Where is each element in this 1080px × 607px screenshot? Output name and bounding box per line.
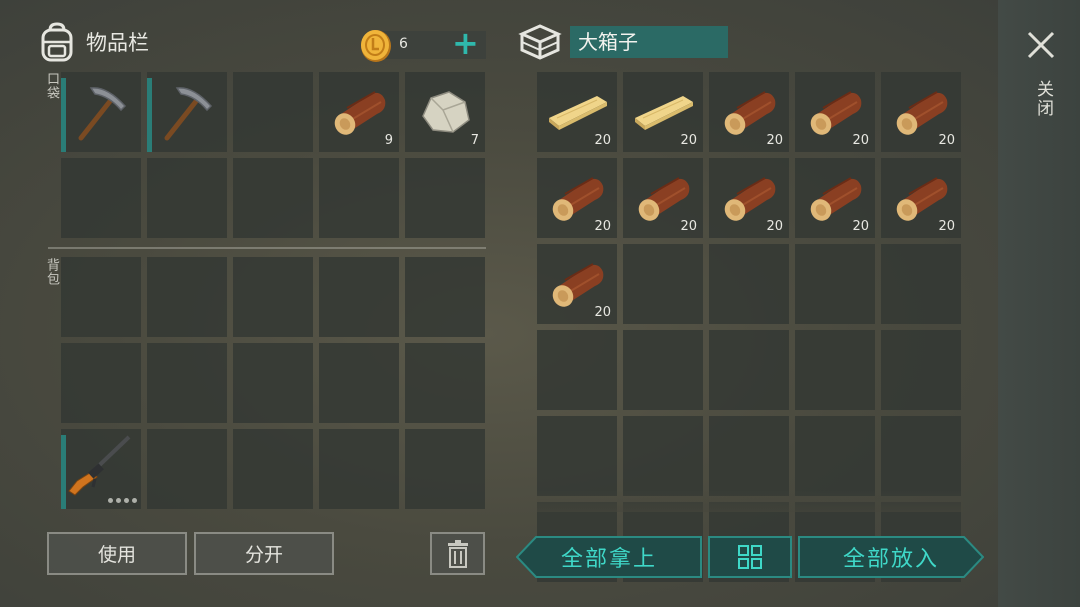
pocket-label: 口袋 — [44, 72, 59, 100]
backpack-slot[interactable] — [147, 343, 227, 423]
backpack-slot[interactable] — [319, 343, 399, 423]
item-quantity: 20 — [594, 133, 611, 148]
container-slot[interactable] — [795, 244, 875, 324]
backpack-slot[interactable] — [405, 343, 485, 423]
pocket-slot[interactable] — [405, 158, 485, 238]
item-quantity: 20 — [594, 305, 611, 320]
backpack-icon — [41, 22, 73, 62]
backpack-grid — [61, 257, 485, 509]
item-quantity: 20 — [680, 133, 697, 148]
pocket-slot[interactable] — [319, 158, 399, 238]
container-slot[interactable]: 20 — [623, 158, 703, 238]
backpack-slot[interactable] — [233, 429, 313, 509]
container-slot[interactable] — [881, 330, 961, 410]
container-slot[interactable]: 20 — [881, 158, 961, 238]
container-slot[interactable]: 20 — [709, 158, 789, 238]
container-slot[interactable]: 20 — [537, 158, 617, 238]
use-button[interactable]: 使用 — [47, 532, 187, 575]
item-quantity: 9 — [384, 133, 393, 148]
container-slot[interactable] — [623, 244, 703, 324]
pocket-slot[interactable]: 9 — [319, 72, 399, 152]
add-coins-button[interactable]: + — [452, 26, 479, 60]
pocket-slot[interactable] — [147, 158, 227, 238]
inventory-title: 物品栏 — [86, 31, 149, 55]
backpack-slot[interactable] — [147, 429, 227, 509]
container-slot[interactable]: 20 — [537, 72, 617, 152]
durability-dots — [108, 498, 137, 503]
backpack-slot[interactable] — [233, 257, 313, 337]
container-header: 大箱子 — [518, 22, 728, 62]
backpack-slot[interactable] — [405, 429, 485, 509]
trash-button[interactable] — [430, 532, 485, 575]
container-slot[interactable]: 20 — [881, 72, 961, 152]
container-title: 大箱子 — [570, 26, 728, 58]
container-slot[interactable] — [881, 416, 961, 496]
container-slot[interactable] — [537, 416, 617, 496]
put-all-button[interactable]: 全部放入 — [798, 536, 984, 578]
pocket-slot[interactable] — [61, 72, 141, 152]
take-all-label: 全部拿上 — [560, 547, 657, 572]
pocket-grid: 97 — [61, 72, 485, 238]
item-quantity: 20 — [938, 219, 955, 234]
pocket-slot[interactable] — [233, 158, 313, 238]
backpack-slot[interactable] — [61, 429, 141, 509]
coin-counter: 6 + — [358, 26, 486, 62]
item-quantity: 20 — [766, 133, 783, 148]
split-button[interactable]: 分开 — [194, 532, 334, 575]
container-slot[interactable]: 20 — [709, 72, 789, 152]
item-quantity: 20 — [852, 133, 869, 148]
container-slot[interactable] — [709, 416, 789, 496]
backpack-slot[interactable] — [61, 257, 141, 337]
take-all-button[interactable]: 全部拿上 — [516, 536, 702, 578]
container-slot[interactable]: 20 — [795, 72, 875, 152]
trash-icon — [447, 539, 468, 568]
container-slot[interactable] — [709, 330, 789, 410]
backpack-slot[interactable] — [319, 257, 399, 337]
container-slot[interactable] — [881, 244, 961, 324]
backpack-slot[interactable] — [147, 257, 227, 337]
item-quantity: 7 — [470, 133, 479, 148]
container-slot[interactable] — [795, 416, 875, 496]
pocket-slot[interactable] — [61, 158, 141, 238]
container-slot[interactable] — [623, 416, 703, 496]
container-slot[interactable] — [709, 244, 789, 324]
put-all-label: 全部放入 — [842, 547, 939, 572]
pocket-slot[interactable] — [147, 72, 227, 152]
container-slot[interactable] — [795, 330, 875, 410]
coin-icon — [361, 30, 391, 62]
view-toggle-button[interactable] — [708, 536, 792, 578]
backpack-slot[interactable] — [61, 343, 141, 423]
close-label[interactable]: 关闭 — [1031, 80, 1056, 118]
item-quantity: 20 — [938, 133, 955, 148]
container-slot[interactable]: 20 — [623, 72, 703, 152]
crate-icon — [518, 24, 562, 60]
pocket-slot[interactable]: 7 — [405, 72, 485, 152]
item-quantity: 20 — [680, 219, 697, 234]
container-slot[interactable] — [623, 330, 703, 410]
close-icon[interactable] — [1026, 30, 1056, 60]
coin-count: 6 — [399, 36, 408, 52]
container-slot[interactable]: 20 — [795, 158, 875, 238]
item-quantity: 20 — [852, 219, 869, 234]
inventory-header: 物品栏 — [38, 22, 149, 62]
backpack-slot[interactable] — [405, 257, 485, 337]
section-divider — [48, 247, 486, 249]
grid-view-icon — [738, 545, 762, 569]
backpack-slot[interactable] — [233, 343, 313, 423]
item-quantity: 20 — [766, 219, 783, 234]
backpack-label: 背包 — [44, 258, 59, 286]
container-slot[interactable]: 20 — [537, 244, 617, 324]
pocket-slot[interactable] — [233, 72, 313, 152]
item-quantity: 20 — [594, 219, 611, 234]
container-slot[interactable] — [537, 330, 617, 410]
backpack-slot[interactable] — [319, 429, 399, 509]
